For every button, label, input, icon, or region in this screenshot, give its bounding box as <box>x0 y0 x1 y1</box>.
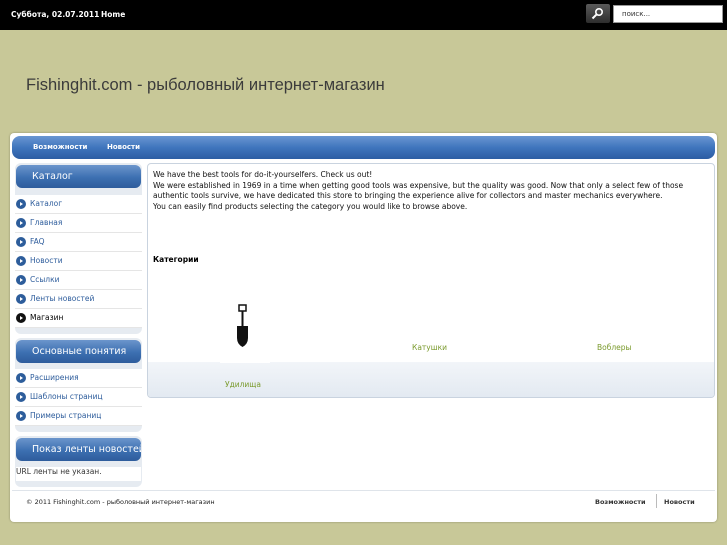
sidebar-item-home[interactable]: Главная <box>15 214 142 233</box>
sidebar-item-label: FAQ <box>30 237 45 246</box>
sidebar-item-examples[interactable]: Примеры страниц <box>15 407 142 426</box>
categories-heading: Категории <box>153 255 199 264</box>
main-nav: Возможности Новости <box>12 136 715 159</box>
intro-line: We were established in 1969 in a time wh… <box>153 180 684 190</box>
category-link-rods[interactable]: Удилища <box>225 380 261 389</box>
sidebar-item-extensions[interactable]: Расширения <box>15 369 142 388</box>
intro-line: You can easily find products selecting t… <box>153 201 468 211</box>
sidebar-item-label: Примеры страниц <box>30 411 102 420</box>
intro-line: We have the best tools for do-it-yoursel… <box>153 170 373 179</box>
footer-divider <box>656 494 657 508</box>
main-container: Возможности Новости Каталог Каталог Глав… <box>10 133 717 522</box>
feed-panel: Показ ленты новостей URL ленты не указан… <box>15 436 142 487</box>
sidebar-item-label: Шаблоны страниц <box>30 392 103 401</box>
sidebar-item-label: Ссылки <box>30 275 60 284</box>
sidebar-item-templates[interactable]: Шаблоны страниц <box>15 388 142 407</box>
sidebar-item-label: Магазин <box>30 313 64 322</box>
bullet-arrow-icon <box>16 275 26 285</box>
search-icon[interactable] <box>586 4 610 23</box>
sidebar-item-newsfeeds[interactable]: Ленты новостей <box>15 290 142 309</box>
sidebar-item-shop[interactable]: Магазин <box>15 309 142 328</box>
sidebar-item-label: Новости <box>30 256 63 265</box>
shovel-icon <box>237 304 248 347</box>
category-link-reels[interactable]: Катушки <box>412 343 447 352</box>
nav-item-features[interactable]: Возможности <box>33 143 87 151</box>
sidebar-item-links[interactable]: Ссылки <box>15 271 142 290</box>
sidebar-item-news[interactable]: Новости <box>15 252 142 271</box>
category-image-rods[interactable] <box>220 303 270 363</box>
catalog-panel-title: Каталог <box>16 165 141 188</box>
sidebar-item-label: Каталог <box>30 199 63 208</box>
copyright: © 2011 Fishinghit.com - рыболовный интер… <box>26 498 215 506</box>
category-link-wobblers[interactable]: Воблеры <box>597 343 631 352</box>
nav-item-news[interactable]: Новости <box>107 143 140 151</box>
bullet-arrow-icon <box>16 373 26 383</box>
sidebar-item-label: Главная <box>30 218 63 227</box>
footer-link-features[interactable]: Возможности <box>595 498 646 506</box>
sidebar-item-label: Ленты новостей <box>30 294 95 303</box>
intro-line: authentic tools survive, we have dedicat… <box>153 191 663 200</box>
bullet-arrow-icon <box>16 218 26 228</box>
sidebar-item-catalog[interactable]: Каталог <box>15 195 142 214</box>
feed-status-text: URL ленты не указан. <box>16 467 141 481</box>
footer-link-news[interactable]: Новости <box>664 498 695 506</box>
search-input[interactable] <box>613 5 723 23</box>
bullet-arrow-icon <box>16 411 26 421</box>
sidebar-item-faq[interactable]: FAQ <box>15 233 142 252</box>
catalog-panel: Каталог Каталог Главная FAQ Новости Ссыл… <box>15 163 142 334</box>
concepts-panel: Основные понятия Расширения Шаблоны стра… <box>15 338 142 432</box>
content-area: We have the best tools for do-it-yoursel… <box>147 163 715 398</box>
bullet-arrow-icon <box>16 256 26 266</box>
bullet-arrow-icon <box>16 294 26 304</box>
top-bar: Суббота, 02.07.2011 Home <box>0 0 727 30</box>
sidebar-item-label: Расширения <box>30 373 79 382</box>
current-date: Суббота, 02.07.2011 <box>11 10 100 19</box>
intro-text: We have the best tools for do-it-yoursel… <box>153 170 708 212</box>
feed-panel-title: Показ ленты новостей <box>16 438 141 461</box>
bullet-arrow-icon <box>16 392 26 402</box>
home-link[interactable]: Home <box>101 10 125 19</box>
concepts-panel-title: Основные понятия <box>16 340 141 363</box>
bullet-arrow-icon <box>16 199 26 209</box>
site-title: Fishinghit.com - рыболовный интернет-маг… <box>26 76 385 94</box>
bullet-arrow-icon <box>16 237 26 247</box>
footer: © 2011 Fishinghit.com - рыболовный интер… <box>12 490 715 512</box>
bullet-arrow-icon <box>16 313 26 323</box>
